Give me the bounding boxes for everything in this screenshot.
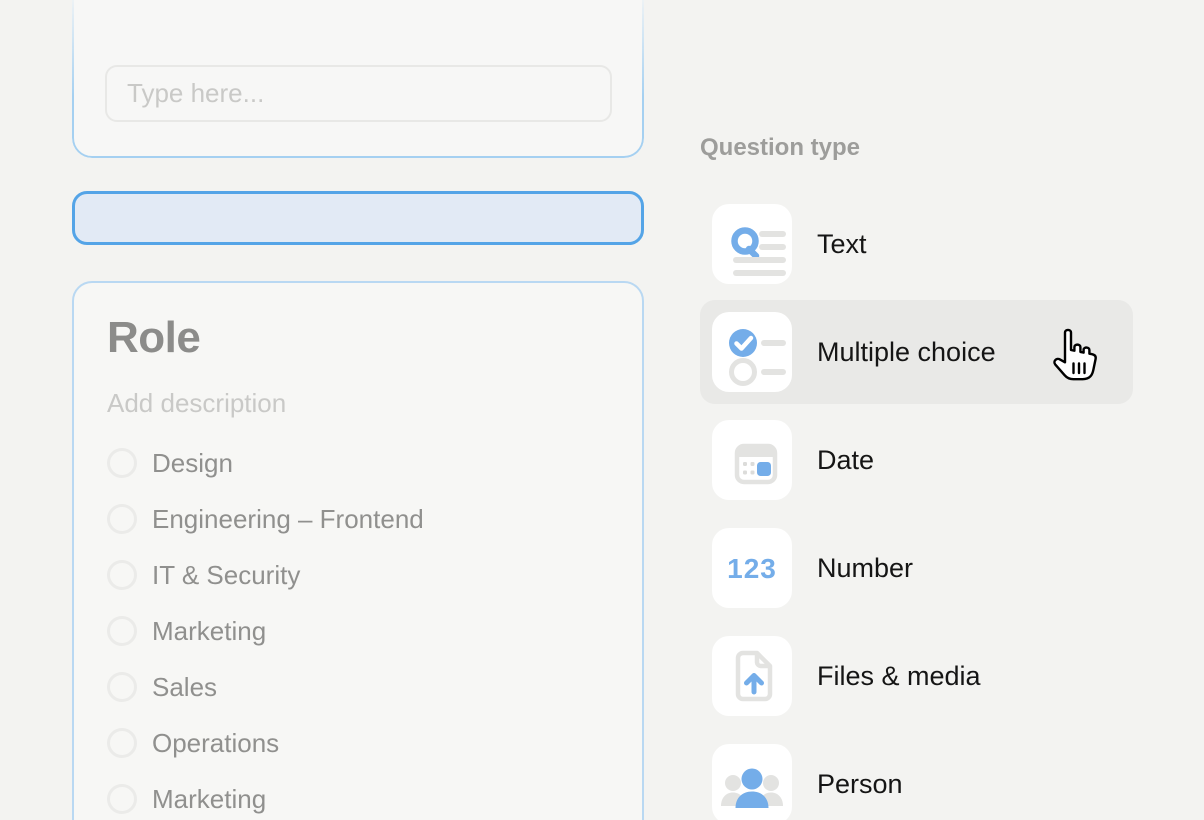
radio-icon[interactable] — [107, 504, 137, 534]
question-type-item-date[interactable]: Date — [700, 408, 1133, 512]
option-label: Marketing — [152, 784, 266, 815]
option-label: IT & Security — [152, 560, 300, 591]
option-row[interactable]: Engineering – Frontend — [107, 491, 609, 547]
question-type-label: Number — [817, 553, 913, 584]
option-row[interactable]: Design — [107, 435, 609, 491]
multiple-choice-icon — [712, 312, 792, 392]
question-type-item-number[interactable]: 123 Number — [700, 516, 1133, 620]
text-question-icon — [712, 204, 792, 284]
option-label: Sales — [152, 672, 217, 703]
question-description-placeholder[interactable]: Add description — [107, 388, 609, 419]
radio-icon[interactable] — [107, 784, 137, 814]
selected-empty-block[interactable] — [72, 191, 644, 245]
file-upload-icon — [712, 636, 792, 716]
question-type-label: Files & media — [817, 661, 981, 692]
option-label: Design — [152, 448, 233, 479]
number-123-icon: 123 — [712, 528, 792, 608]
option-row[interactable]: Marketing — [107, 771, 609, 820]
question-type-item-text[interactable]: Text — [700, 192, 1133, 296]
person-icon — [712, 744, 792, 820]
radio-icon[interactable] — [107, 728, 137, 758]
option-label: Marketing — [152, 616, 266, 647]
question-card-above[interactable] — [72, 0, 644, 158]
question-type-label: Date — [817, 445, 874, 476]
question-type-item-person[interactable]: Person — [700, 732, 1133, 820]
answer-text-input[interactable] — [105, 65, 612, 122]
option-label: Operations — [152, 728, 279, 759]
option-row[interactable]: Marketing — [107, 603, 609, 659]
question-type-label: Text — [817, 229, 867, 260]
radio-icon[interactable] — [107, 448, 137, 478]
svg-text:123: 123 — [727, 553, 777, 584]
radio-icon[interactable] — [107, 616, 137, 646]
question-title[interactable]: Role — [107, 313, 609, 363]
question-type-heading: Question type — [700, 134, 860, 162]
question-type-item-multiple-choice[interactable]: Multiple choice — [700, 300, 1133, 404]
question-type-label: Multiple choice — [817, 337, 996, 368]
calendar-icon — [712, 420, 792, 500]
form-builder-screen: Role Add description Design Engineering … — [0, 0, 1204, 820]
question-type-label: Person — [817, 769, 903, 800]
radio-icon[interactable] — [107, 672, 137, 702]
option-row[interactable]: Operations — [107, 715, 609, 771]
option-list: Design Engineering – Frontend IT & Secur… — [107, 435, 609, 820]
question-type-item-files-media[interactable]: Files & media — [700, 624, 1133, 728]
option-row[interactable]: IT & Security — [107, 547, 609, 603]
option-row[interactable]: Sales — [107, 659, 609, 715]
radio-icon[interactable] — [107, 560, 137, 590]
option-label: Engineering – Frontend — [152, 504, 424, 535]
role-question-card[interactable]: Role Add description Design Engineering … — [72, 281, 644, 820]
